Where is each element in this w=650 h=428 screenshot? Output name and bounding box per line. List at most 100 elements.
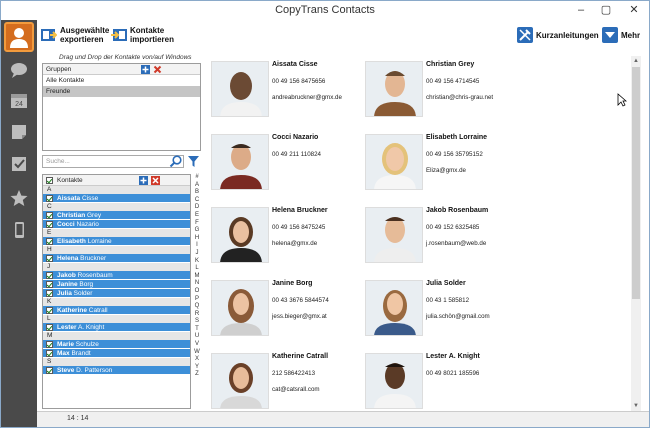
letter-header-m: M bbox=[43, 332, 190, 340]
contact-photo bbox=[365, 353, 423, 409]
scroll-down-arrow-icon[interactable]: ▼ bbox=[631, 401, 641, 411]
alpha-letter[interactable]: P bbox=[191, 296, 203, 304]
select-all-checkbox[interactable] bbox=[46, 177, 53, 184]
alpha-letter[interactable]: D bbox=[191, 204, 203, 212]
alpha-letter[interactable]: W bbox=[191, 349, 203, 357]
alpha-letter[interactable]: # bbox=[191, 174, 203, 182]
contact-row[interactable]: Steve D. Patterson bbox=[43, 366, 190, 375]
notes-nav-icon[interactable] bbox=[9, 122, 29, 142]
messages-nav-icon[interactable] bbox=[9, 60, 29, 80]
contact-row[interactable]: Helena Bruckner bbox=[43, 254, 190, 263]
group-item-all[interactable]: Alle Kontakte bbox=[43, 75, 200, 86]
contact-checkbox[interactable] bbox=[46, 212, 53, 219]
contact-row[interactable]: Jakob Rosenbaum bbox=[43, 271, 190, 280]
alpha-letter[interactable]: B bbox=[191, 189, 203, 197]
scrollbar-thumb[interactable] bbox=[632, 67, 640, 299]
alpha-letter[interactable]: V bbox=[191, 341, 203, 349]
alpha-letter[interactable]: H bbox=[191, 235, 203, 243]
delete-contact-icon[interactable] bbox=[151, 176, 160, 185]
alpha-letter[interactable]: X bbox=[191, 356, 203, 364]
alpha-letter[interactable]: S bbox=[191, 318, 203, 326]
group-item-friends[interactable]: Freunde bbox=[43, 86, 200, 97]
alpha-letter[interactable]: O bbox=[191, 288, 203, 296]
close-button[interactable]: ✕ bbox=[621, 2, 647, 18]
contact-photo bbox=[211, 61, 269, 117]
contact-photo bbox=[365, 280, 423, 336]
add-group-icon[interactable] bbox=[141, 65, 150, 74]
alpha-letter[interactable]: G bbox=[191, 227, 203, 235]
alpha-letter[interactable]: F bbox=[191, 220, 203, 228]
contact-checkbox[interactable] bbox=[46, 324, 53, 331]
alpha-letter[interactable]: N bbox=[191, 280, 203, 288]
contact-row[interactable]: Aissata Cisse bbox=[43, 194, 190, 203]
contact-row[interactable]: Katherine Catrall bbox=[43, 306, 190, 315]
alpha-letter[interactable]: L bbox=[191, 265, 203, 273]
import-label-2: importieren bbox=[130, 35, 175, 44]
contact-card[interactable]: Jakob Rosenbaum 00 49 152 6325485 j.rose… bbox=[365, 207, 565, 275]
contact-email: Eliza@gmx.de bbox=[426, 167, 466, 174]
svg-text:24: 24 bbox=[15, 101, 23, 108]
search-icon[interactable] bbox=[169, 155, 183, 168]
contact-photo bbox=[365, 134, 423, 190]
alpha-letter[interactable]: Q bbox=[191, 303, 203, 311]
scroll-up-arrow-icon[interactable]: ▲ bbox=[631, 56, 641, 66]
contacts-nav-icon[interactable] bbox=[4, 22, 34, 52]
cards-scrollbar[interactable]: ▲ ▼ bbox=[631, 56, 641, 411]
contact-checkbox[interactable] bbox=[46, 341, 53, 348]
letter-header-l: L bbox=[43, 315, 190, 323]
delete-group-icon[interactable] bbox=[153, 65, 162, 74]
alpha-letter[interactable]: R bbox=[191, 311, 203, 319]
contact-phone: 00 43 1 585812 bbox=[426, 297, 470, 304]
contact-row[interactable]: Elisabeth Lorraine bbox=[43, 237, 190, 246]
contact-checkbox[interactable] bbox=[46, 290, 53, 297]
alpha-letter[interactable]: E bbox=[191, 212, 203, 220]
alpha-letter[interactable]: Y bbox=[191, 364, 203, 372]
maximize-button[interactable]: ▢ bbox=[598, 2, 614, 18]
import-label-1: Kontakte bbox=[130, 26, 165, 35]
mouse-cursor-icon bbox=[617, 93, 627, 107]
import-contacts-button[interactable]: Kontakte importieren bbox=[111, 24, 174, 46]
alpha-letter[interactable]: U bbox=[191, 333, 203, 341]
contact-row[interactable]: Max Brandt bbox=[43, 349, 190, 358]
contact-row[interactable]: Marie Schulze bbox=[43, 340, 190, 349]
contact-photo bbox=[365, 207, 423, 263]
contact-checkbox[interactable] bbox=[46, 367, 53, 374]
favorites-star-icon[interactable] bbox=[9, 188, 29, 208]
contact-row[interactable]: Janine Borg bbox=[43, 280, 190, 289]
alpha-letter[interactable]: K bbox=[191, 258, 203, 266]
contact-card[interactable]: Julia Solder 00 43 1 585812 julia.schön@… bbox=[365, 280, 565, 348]
contact-checkbox[interactable] bbox=[46, 238, 53, 245]
device-nav-icon[interactable] bbox=[9, 220, 29, 240]
minimize-button[interactable]: – bbox=[573, 2, 589, 18]
more-button[interactable]: Mehr bbox=[602, 24, 640, 46]
quick-guide-button[interactable]: Kurzanleitungen bbox=[517, 24, 599, 46]
search-input[interactable]: Suche... bbox=[42, 155, 184, 168]
contact-photo bbox=[211, 353, 269, 409]
alpha-letter[interactable]: T bbox=[191, 326, 203, 334]
calendar-nav-icon[interactable]: 24 bbox=[9, 90, 29, 110]
contact-checkbox[interactable] bbox=[46, 281, 53, 288]
alpha-letter[interactable]: I bbox=[191, 242, 203, 250]
alpha-letter[interactable]: C bbox=[191, 197, 203, 205]
contact-row[interactable]: Lester A. Knight bbox=[43, 323, 190, 332]
add-contact-icon[interactable] bbox=[139, 176, 148, 185]
contact-checkbox[interactable] bbox=[46, 350, 53, 357]
contact-row[interactable]: Cocci Nazario bbox=[43, 220, 190, 229]
alpha-letter[interactable]: A bbox=[191, 182, 203, 190]
contact-card[interactable]: Christian Grey 00 49 156 4714545 christi… bbox=[365, 61, 565, 129]
contact-checkbox[interactable] bbox=[46, 255, 53, 262]
contact-checkbox[interactable] bbox=[46, 195, 53, 202]
contact-row[interactable]: Christian Grey bbox=[43, 211, 190, 220]
contact-card[interactable]: Elisabeth Lorraine 00 49 156 35795152 El… bbox=[365, 134, 565, 202]
tasks-nav-icon[interactable] bbox=[9, 154, 29, 174]
alpha-letter[interactable]: J bbox=[191, 250, 203, 258]
alpha-letter[interactable]: Z bbox=[191, 371, 203, 379]
contact-checkbox[interactable] bbox=[46, 272, 53, 279]
letter-header-j: J bbox=[43, 263, 190, 271]
alpha-letter[interactable]: M bbox=[191, 273, 203, 281]
contact-row[interactable]: Julia Solder bbox=[43, 289, 190, 298]
export-selected-button[interactable]: Ausgewählte exportieren bbox=[41, 24, 109, 46]
contact-checkbox[interactable] bbox=[46, 221, 53, 228]
contact-checkbox[interactable] bbox=[46, 307, 53, 314]
filter-icon[interactable] bbox=[187, 155, 200, 168]
